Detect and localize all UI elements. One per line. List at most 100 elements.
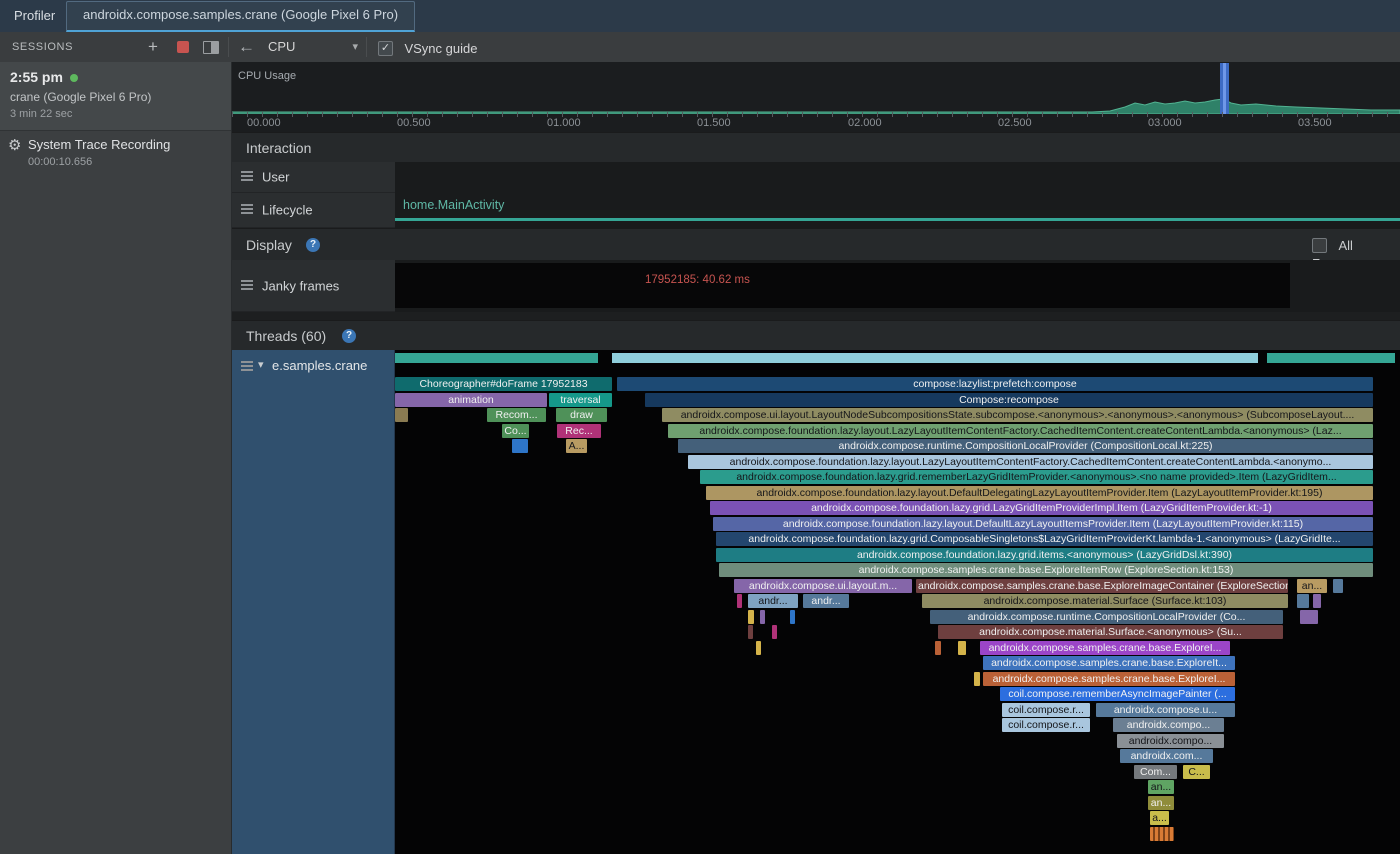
drag-handle-icon[interactable] <box>241 280 253 282</box>
trace-span[interactable] <box>958 641 966 655</box>
trace-span[interactable] <box>760 610 765 624</box>
trace-span[interactable]: an... <box>1148 780 1174 794</box>
trace-span[interactable]: androidx.compose.foundation.lazy.grid.re… <box>700 470 1373 484</box>
trace-span[interactable]: animation <box>395 393 547 407</box>
session-tab-label: androidx.compose.samples.crane (Google P… <box>83 7 398 22</box>
trace-span[interactable] <box>748 610 754 624</box>
trace-span[interactable]: androidx.compose.foundation.lazy.layout.… <box>668 424 1373 438</box>
stop-recording-icon[interactable] <box>177 41 189 53</box>
trace-span[interactable] <box>756 641 761 655</box>
trace-span[interactable]: androidx.compose.ui.layout.LayoutNodeSub… <box>662 408 1373 422</box>
trace-span[interactable]: a... <box>1150 811 1169 825</box>
janky-frame-bar[interactable] <box>395 263 1290 308</box>
trace-span[interactable]: androidx.compo... <box>1117 734 1224 748</box>
thread-state-segment[interactable] <box>1267 353 1395 363</box>
trace-span[interactable] <box>512 439 528 453</box>
trace-span[interactable] <box>790 610 795 624</box>
drag-handle-icon[interactable] <box>241 361 253 363</box>
trace-span[interactable]: androidx.compose.foundation.lazy.grid.Co… <box>716 532 1373 546</box>
trace-span[interactable] <box>737 594 742 608</box>
trace-span[interactable]: androidx.compo... <box>1113 718 1224 732</box>
trace-span[interactable]: coil.compose.r... <box>1002 718 1090 732</box>
activity-lifetime-bar <box>395 218 1400 221</box>
trace-span[interactable]: Co... <box>502 424 529 438</box>
janky-frames-track[interactable]: Janky frames 17952185: 40.62 ms <box>232 260 1400 312</box>
sessions-panel: 2:55 pm crane (Google Pixel 6 Pro) 3 min… <box>0 62 232 854</box>
trace-span[interactable]: androidx.compose.samples.crane.base.Expl… <box>983 656 1235 670</box>
trace-span[interactable] <box>974 672 980 686</box>
interaction-section-header[interactable]: Interaction <box>232 132 1400 163</box>
trace-span[interactable]: A... <box>566 439 587 453</box>
thread-row-e-samples-crane[interactable]: ▾ e.samples.crane <box>232 352 394 380</box>
thread-list-column[interactable]: ▾ e.samples.crane <box>232 350 395 854</box>
session-entry[interactable]: 2:55 pm crane (Google Pixel 6 Pro) 3 min… <box>0 62 231 131</box>
trace-span[interactable]: an... <box>1148 796 1174 810</box>
janky-frames-timeline[interactable]: 17952185: 40.62 ms <box>395 260 1400 312</box>
lifecycle-track-timeline[interactable]: home.MainActivity <box>395 193 1400 228</box>
trace-span[interactable]: Recom... <box>487 408 546 422</box>
lifecycle-track[interactable]: Lifecycle home.MainActivity <box>232 193 1400 228</box>
trace-span[interactable]: androidx.compose.material.Surface (Surfa… <box>922 594 1288 608</box>
trace-span[interactable]: androidx.compose.foundation.lazy.grid.it… <box>716 548 1373 562</box>
trace-span[interactable]: C... <box>1183 765 1210 779</box>
trace-span[interactable]: coil.compose.r... <box>1002 703 1090 717</box>
trace-span[interactable]: androidx.com... <box>1120 749 1213 763</box>
trace-span[interactable] <box>1297 594 1309 608</box>
trace-span[interactable] <box>1150 827 1174 841</box>
trace-span[interactable]: Choreographer#doFrame 17952183 <box>395 377 612 391</box>
session-tab[interactable]: androidx.compose.samples.crane (Google P… <box>66 1 415 32</box>
trace-span[interactable]: androidx.compose.samples.crane.base.Expl… <box>983 672 1235 686</box>
user-track[interactable]: User <box>232 162 1400 193</box>
trace-span[interactable]: androidx.compose.foundation.lazy.layout.… <box>713 517 1373 531</box>
flame-chart[interactable]: Choreographer#doFrame 17952183 compose:la… <box>395 350 1400 854</box>
trace-span[interactable] <box>1333 579 1343 593</box>
trace-span[interactable]: draw <box>556 408 607 422</box>
trace-span[interactable]: Com... <box>1134 765 1177 779</box>
trace-span[interactable]: traversal <box>549 393 612 407</box>
trace-span[interactable]: androidx.compose.foundation.lazy.layout.… <box>688 455 1373 469</box>
trace-span[interactable]: an... <box>1297 579 1327 593</box>
trace-span[interactable] <box>772 625 777 639</box>
all-frames-checkbox[interactable] <box>1312 238 1327 253</box>
trace-span[interactable]: androidx.compose.runtime.CompositionLoca… <box>930 610 1283 624</box>
trace-span[interactable]: Rec... <box>557 424 601 438</box>
profiler-type-dropdown[interactable]: CPU ▾ <box>262 35 364 59</box>
trace-span[interactable]: androidx.compose.samples.crane.base.Expl… <box>980 641 1230 655</box>
trace-span[interactable]: androidx.compose.u... <box>1096 703 1235 717</box>
trace-span[interactable] <box>935 641 941 655</box>
drag-handle-icon[interactable] <box>241 204 253 206</box>
thread-state-segment[interactable] <box>395 353 598 363</box>
trace-span[interactable]: androidx.compose.foundation.lazy.grid.La… <box>710 501 1373 515</box>
trace-span[interactable]: androidx.compose.foundation.lazy.layout.… <box>706 486 1373 500</box>
trace-span[interactable] <box>748 625 753 639</box>
user-track-timeline[interactable] <box>395 162 1400 193</box>
trace-span[interactable] <box>1300 610 1318 624</box>
layout-toggle-icon[interactable] <box>203 41 219 54</box>
trace-span[interactable]: coil.compose.rememberAsyncImagePainter (… <box>1000 687 1235 701</box>
trace-span[interactable]: andr... <box>748 594 798 608</box>
display-section-header[interactable]: Display ? All Frames <box>232 228 1400 261</box>
vsync-checkbox[interactable]: ✓ <box>378 41 393 56</box>
trace-span[interactable]: androidx.compose.material.Surface.<anony… <box>938 625 1283 639</box>
threads-section-header[interactable]: Threads (60) ? <box>232 320 1400 351</box>
trace-span[interactable]: androidx.compose.runtime.CompositionLoca… <box>678 439 1373 453</box>
help-icon[interactable]: ? <box>342 329 356 343</box>
trace-span[interactable] <box>395 408 408 422</box>
thread-state-segment[interactable] <box>612 353 1258 363</box>
trace-span[interactable]: andr... <box>803 594 849 608</box>
trace-span[interactable]: androidx.compose.samples.crane.base.Expl… <box>719 563 1373 577</box>
trace-span[interactable]: androidx.compose.samples.crane.base.Expl… <box>916 579 1288 593</box>
vsync-guide-toggle[interactable]: ✓ VSync guide <box>378 40 477 58</box>
trace-span[interactable]: compose:lazylist:prefetch:compose <box>617 377 1373 391</box>
recording-entry[interactable]: ⚙ System Trace Recording 00:00:10.656 <box>0 130 231 176</box>
add-session-icon[interactable]: + <box>148 32 158 62</box>
back-icon[interactable]: ← <box>238 32 255 61</box>
sessions-label: SESSIONS <box>12 32 73 62</box>
drag-handle-icon[interactable] <box>241 171 253 173</box>
trace-span[interactable] <box>1313 594 1321 608</box>
help-icon[interactable]: ? <box>306 238 320 252</box>
chevron-down-icon[interactable]: ▾ <box>258 358 264 371</box>
trace-span[interactable]: androidx.compose.ui.layout.m... <box>734 579 912 593</box>
trace-span[interactable]: Compose:recompose <box>645 393 1373 407</box>
cpu-usage-track[interactable]: CPU Usage 00.00000.50001.00001.50002.000… <box>232 62 1400 132</box>
